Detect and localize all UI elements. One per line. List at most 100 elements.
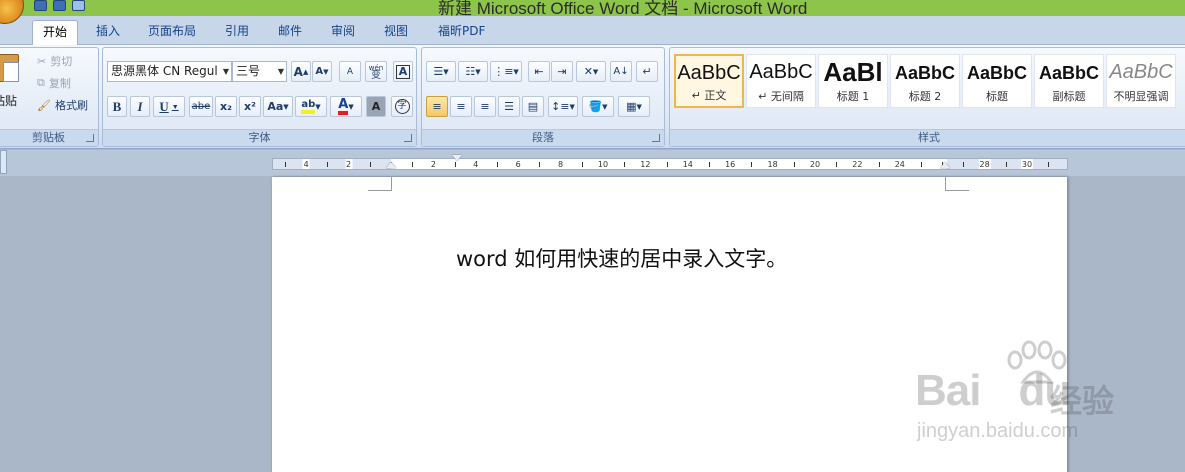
vertical-ruler-toggle[interactable] [0,150,7,174]
watermark-url: jingyan.baidu.com [917,420,1079,442]
redo-icon[interactable] [72,0,85,11]
change-case-button[interactable]: Aa ▼ [263,96,293,117]
phonetic-guide-button[interactable]: wén 变 [365,61,387,82]
align-left-icon: ≡ [432,100,442,113]
justify-button[interactable]: ☰ [498,96,520,117]
chevron-down-icon: ▼ [277,67,284,76]
format-painter-label: 格式刷 [54,99,88,112]
right-indent-marker[interactable] [940,162,950,168]
style-item[interactable]: AaBl 标题 1 [818,54,888,108]
style-sample: AaBbC [966,63,1027,83]
first-line-indent-marker[interactable] [452,155,462,161]
clipboard-launcher-icon[interactable] [86,134,94,142]
multilevel-list-icon: ⋮≡ [493,65,514,78]
decrease-indent-button[interactable]: ⇤ [528,61,550,82]
style-sample: AaBbC [677,62,741,84]
line-spacing-button[interactable]: ↕≡ ▼ [548,96,578,117]
chevron-down-icon: ▼ [171,102,179,111]
style-name: 不明显强调 [1113,90,1169,103]
copy-label: 复制 [48,77,71,90]
ruler-label: 20 [808,159,822,169]
style-item[interactable]: AaBbC ↵ 无间隔 [746,54,816,108]
highlight-color-button[interactable]: ab ▼ [295,96,327,117]
show-marks-button[interactable]: ↵ [636,61,658,82]
tab-mailings[interactable]: 邮件 [268,20,312,45]
asian-layout-button[interactable]: ✕ ▼ [576,61,606,82]
grow-font-button[interactable]: A ▲ [291,61,311,82]
tab-review[interactable]: 审阅 [321,20,365,45]
ruler-tick [751,162,753,167]
style-item[interactable]: AaBbC 不明显强调 [1106,54,1176,108]
bold-button[interactable]: B [107,96,127,117]
bullets-button[interactable]: ☰ ▼ [426,61,456,82]
font-size-select[interactable]: 三号 ▼ [232,61,287,82]
tab-insert[interactable]: 插入 [86,20,130,45]
copy-button[interactable]: ⧉ 复制 [37,74,71,92]
chevron-down-icon: ▼ [222,67,229,76]
italic-button[interactable]: I [130,96,150,117]
ruler-label: 8 [557,159,565,169]
format-painter-button[interactable]: 🖌 格式刷 [37,96,88,114]
styles-group-label: 样式 [670,129,1185,146]
align-right-button[interactable]: ≡ [474,96,496,117]
tab-foxit-pdf[interactable]: 福昕PDF [428,20,495,45]
superscript-button[interactable]: x² [239,96,261,117]
chevron-down-icon: ▼ [602,102,608,111]
ribbon: 粘贴 ✂ 剪切 ⧉ 复制 🖌 格式刷 剪贴板 思源黑体 CN Regul ▼ 三… [0,45,1185,149]
paragraph-mark-icon: ↵ [642,65,652,78]
undo-icon[interactable] [53,0,66,11]
subscript-button[interactable]: x₂ [215,96,237,117]
shading-button[interactable]: 🪣 ▼ [582,96,614,117]
title-bar: 新建 Microsoft Office Word 文档 - Microsoft … [0,0,1185,16]
numbering-button[interactable]: ☷ ▼ [458,61,488,82]
style-item[interactable]: AaBbC ↵ 正文 [674,54,744,108]
paragraph-group-label: 段落 [422,129,664,146]
distributed-button[interactable]: ▤ [522,96,544,117]
enclose-characters-button[interactable]: 字 [391,96,413,117]
style-name: 标题 2 [908,90,942,103]
shrink-font-button[interactable]: A ▼ [312,61,332,82]
style-item[interactable]: AaBbC 标题 2 [890,54,960,108]
underline-button[interactable]: U ▼ [153,96,185,117]
style-item[interactable]: AaBbC 副标题 [1034,54,1104,108]
paragraph-launcher-icon[interactable] [652,134,660,142]
ruler-tick [709,162,710,167]
ruler-tick [878,162,880,167]
ruler-tick [1048,162,1050,167]
save-icon[interactable] [34,0,47,11]
chevron-down-icon: ▼ [443,67,449,76]
clear-format-button[interactable]: A [339,61,361,82]
paste-button[interactable]: 粘贴 [0,52,25,112]
strikethrough-button[interactable]: abe [189,96,213,117]
character-border-button[interactable]: A [393,61,413,82]
style-item[interactable]: AaBbC 标题 [962,54,1032,108]
cut-button[interactable]: ✂ 剪切 [37,52,72,70]
shrink-font-icon: A [315,66,324,77]
style-sample: AaBbC [1038,63,1099,83]
tab-references[interactable]: 引用 [215,20,259,45]
asian-layout-icon: ✕ [583,65,593,78]
borders-button[interactable]: ▦ ▼ [618,96,650,117]
font-color-button[interactable]: A ▼ [330,96,362,117]
chevron-down-icon: ▼ [569,102,575,111]
paint-bucket-icon: 🪣 [588,100,603,113]
document-text[interactable]: word 如何用快速的居中录入文字。 [456,243,787,273]
multilevel-list-button[interactable]: ⋮≡ ▼ [490,61,522,82]
character-shading-button[interactable]: A [366,96,386,117]
sort-button[interactable]: A↓ [610,61,632,82]
style-sample: AaBl [823,57,883,87]
left-indent-marker[interactable] [386,162,396,168]
tab-view[interactable]: 视图 [374,20,418,45]
increase-indent-button[interactable]: ⇥ [551,61,573,82]
font-launcher-icon[interactable] [404,134,412,142]
sort-icon: A↓ [613,66,629,77]
ruler-tick [793,162,795,167]
ruler-tick [412,162,414,167]
align-left-button[interactable]: ≡ [426,96,448,117]
decrease-indent-icon: ⇤ [534,65,544,78]
tab-home[interactable]: 开始 [32,20,78,45]
align-center-button[interactable]: ≡ [450,96,472,117]
borders-icon: ▦ [626,100,637,113]
font-name-select[interactable]: 思源黑体 CN Regul ▼ [107,61,232,82]
tab-page-layout[interactable]: 页面布局 [138,20,206,45]
